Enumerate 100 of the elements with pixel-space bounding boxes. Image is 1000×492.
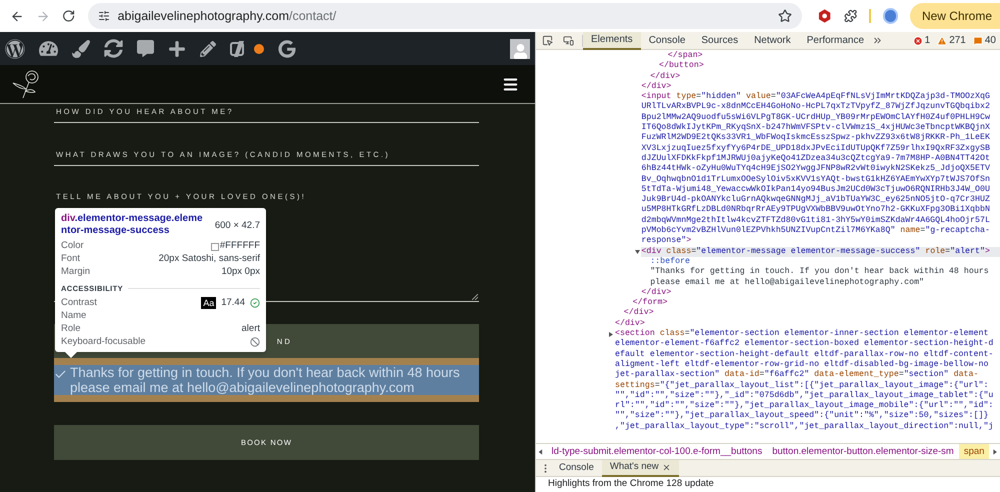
plus-icon[interactable] [168, 40, 186, 58]
dom-line[interactable]: 5tTdTa-Wjumi48_YewaccwWkOIkPan14yo94BusJm2UCd0W3cTjuwO6RQNIRHb3J4W_O0U [641, 184, 1000, 196]
update-button[interactable]: New Chrome [910, 3, 1000, 29]
breadcrumb-item[interactable]: button.elementor-button.elementor-size-sm [767, 444, 959, 459]
property-value: 10px 0px [221, 265, 260, 280]
dom-line[interactable]: please email me at hello@abigailevelinephotography.com" [650, 278, 1000, 288]
property-value: alert [242, 322, 260, 336]
error-icon[interactable] [912, 36, 923, 46]
dom-line[interactable]: </button> [659, 61, 1000, 72]
more-tabs-icon[interactable] [872, 35, 884, 46]
dom-line[interactable]: URlTLvARxBVPL9c-x8dnMCcEH4GoHoNo-HcPL7qxTzTVpyfZ_87WjZfJqzunvTGQbqibx2 [641, 102, 1000, 113]
dom-line[interactable]: aligment-left eltdf-elementor-row-grid-no eltdf-disabled-bg-image-bellow-no [615, 360, 1000, 370]
dom-line[interactable]: Juk9BrU4d-pkOANYkcluGrnAQkwqeGNNgMJj_aV1bTUaYW3C_ey625nNO5jtO-q7Cr3HUZ [641, 195, 1000, 206]
drawer-tab[interactable]: What's new [602, 460, 679, 476]
breadcrumb-item[interactable]: ld-type-submit.elementor-col-100.e-form__buttons [546, 444, 768, 459]
dom-line[interactable]: </div> [641, 82, 1000, 92]
close-icon[interactable] [662, 462, 671, 472]
dom-line[interactable]: pVMob6cYvm2vBZHlVun0lEZPVhkh5UNZIVupCntZil7M6YKa8Q" name="g-recaptcha- [641, 226, 1000, 236]
g-logo-icon[interactable] [278, 40, 296, 58]
dashboard-gauge-icon[interactable] [39, 39, 58, 58]
menu-icon[interactable] [502, 76, 519, 92]
devtools-tab[interactable]: Elements [583, 32, 641, 50]
url-text: abigailevelinephotography.com/contact/ [118, 8, 338, 25]
issues-count: 40 [984, 34, 996, 48]
dom-line[interactable]: Bv_OqhwqbnO1d1TrLumxOOeSylOiv5xKVV1sYAQt-bwstG1kHZ6YAEmYwXYp7tWJS7OfSn [641, 174, 1000, 185]
property-value: #FFFFFF [220, 239, 260, 254]
dom-line[interactable]: "","size":""},"jet_parallax_layout_speed":{"unit":"%","size":50,"sizes":[]} [615, 411, 1000, 422]
contrast-sample: Aa [201, 296, 216, 309]
dom-line[interactable]: jet-parallax-section" data-id="f6affc2" data-element_type="section" data- [615, 370, 1000, 380]
property-label: Keyboard-focusable [61, 334, 146, 349]
dom-line[interactable]: </div> [615, 318, 1000, 330]
dom-line[interactable]: 6hBz44tHWk-oZyHu0WuTYq4cH9EjSO2YwggJFNP8wR2vWt0iwykN2SKekz5_JdjoQX5ETV [641, 164, 1000, 175]
devtools-tab[interactable]: Performance [798, 32, 872, 50]
dom-line[interactable]: dJZUulXFDKkFkpf1MJRWUj0ajyKeQo41ZDzea34u3cQZtcgYa9-7m7M8HP-A0BN4TT42Ot [641, 154, 1000, 164]
check-circle-icon [250, 298, 260, 308]
comment-icon[interactable] [137, 40, 154, 57]
devtools-tab[interactable]: Network [746, 32, 799, 50]
error-count: 1 [924, 34, 930, 48]
extension-icon[interactable] [818, 9, 832, 23]
bookmark-star-icon[interactable] [778, 9, 792, 23]
element-selector: div.elementor-message.elementor-message-success [61, 213, 204, 237]
dom-line[interactable]: efault elementor-section-height-default eltdf-parallax-row-no eltdf-content- [615, 350, 1000, 360]
dom-line[interactable]: elementor-element-f6affc2 elementor-section-boxed elementor-section-height-d [615, 339, 1000, 350]
dom-line[interactable]: <section class="elementor-section elementor-inner-section elementor-element [615, 329, 1000, 340]
success-text: Thanks for getting in touch. If you don't hear back within 48 hours please email me at hello@abigailevelinephotography.com [70, 365, 461, 396]
dom-line[interactable]: settings="{"jet_parallax_layout_list":[{"jet_parallax_layout_image":{"url": [615, 380, 1000, 391]
dom-line[interactable]: Bpu2lMMw2AQ9uodfu5sWi6VLPgT8GK-UCrdHUp_YB09rMrpEWOmClAYfH0Z4uf0PHLH9Cw [641, 112, 1000, 124]
dom-line[interactable]: "","id":"","size":""},"_id":"075d6db","jet_parallax_layout_image_tablet":{"u [615, 390, 1000, 402]
ban-icon [250, 336, 260, 347]
dom-line[interactable]: "Thanks for getting in touch. If you don't hear back within 48 hours [650, 267, 1000, 278]
dom-line[interactable]: ,"jet_parallax_layout_type":"scroll","jet_parallax_layout_direction":null,"j [615, 422, 1000, 432]
wordpress-icon[interactable] [5, 38, 25, 58]
property-value: 20px Satoshi, sans-serif [158, 252, 260, 266]
devtools-tab[interactable]: Sources [693, 32, 746, 50]
reload-icon[interactable] [62, 9, 76, 23]
dom-line[interactable]: response"> [641, 236, 1000, 247]
dom-line[interactable]: XV3LxjzuqIuez5fxyfYy6P4rDE_UPD18dxJPvEciIdUTUpQKf7Z59rlhxI9QxRF3ZxgySB [641, 144, 1000, 154]
warning-icon[interactable] [937, 36, 948, 46]
triangle-down-icon[interactable] [635, 250, 640, 254]
logo-icon[interactable] [230, 40, 246, 58]
device-toolbar-icon[interactable] [563, 35, 574, 46]
brush-icon[interactable] [72, 40, 90, 58]
resize-handle-icon[interactable] [472, 294, 478, 300]
pencil-icon[interactable] [200, 40, 216, 56]
address-field[interactable]: abigailevelinephotography.com/contact/ [88, 3, 802, 29]
issues-icon[interactable] [972, 36, 983, 46]
dom-line[interactable]: </div> [624, 308, 1000, 319]
puzzle-icon[interactable] [844, 9, 857, 23]
warning-count: 271 [949, 34, 966, 48]
property-label: Font [61, 252, 80, 266]
inspect-icon[interactable] [542, 35, 553, 46]
dom-line[interactable]: IT6Qo8dWkIJytKPm_RKyqSnX-b247hWmVFSPtv-clVWmz1S_4xjHUWc3eTbncptWKBQjnX [641, 123, 1000, 134]
user-avatar[interactable] [510, 38, 530, 58]
dom-line[interactable]: </span> [668, 51, 1000, 62]
dom-line[interactable]: rl":"","id":"","size":""},"jet_parallax_layout_image_mobile":{"url":"","id": [615, 401, 1000, 412]
user-silhouette-icon [512, 44, 528, 58]
site-settings-icon[interactable] [98, 10, 110, 22]
drawer-heading: Highlights from the Chrome 128 update [548, 477, 714, 492]
dom-line[interactable]: </form> [632, 298, 1000, 308]
dom-line[interactable]: FuzWRlM2WD9E2tQKs33VR1_WbFWoqIskmcEsszSpwz-pkhvZZ93x6tW8jRKKR-Ph_1LeEK [641, 133, 1000, 144]
color-swatch [210, 242, 219, 250]
property-label: Name [61, 308, 86, 323]
profile-avatar[interactable] [882, 8, 898, 24]
triangle-right-icon[interactable] [609, 332, 613, 337]
property-label: Color [61, 239, 84, 254]
dom-line[interactable]: <input type="hidden" value="03AFcWeA4pEqFfNLsVjImMrtKDQZajp3d-TMOOzXqG [641, 92, 1000, 102]
devtools-tab[interactable]: Console [640, 32, 694, 50]
dom-line[interactable]: </div> [641, 288, 1000, 298]
element-size: 600 × 42.7 [214, 219, 260, 233]
dom-line[interactable]: </div> [650, 72, 1000, 82]
breadcrumb-item[interactable]: span [958, 444, 990, 459]
dom-line[interactable]: d2mbqWVmnMge2thItlw4kcvZTFTZd80vG1ti81-3hY5wY0imSZKdaWr4A6GQL4hoOjr57L [641, 216, 1000, 226]
dom-line[interactable]: ::before [650, 256, 1000, 268]
drawer-tab[interactable]: Console [551, 460, 602, 476]
property-label: Role [61, 322, 81, 336]
sync-icon[interactable] [104, 39, 123, 58]
property-label: Margin [61, 265, 90, 280]
property-label: Contrast [61, 296, 97, 310]
property-value: 17.44 [221, 296, 245, 310]
dom-line[interactable]: u5MP8HTkGRfLzDBLd0NRbqrRrAEy9TPUgVXWbBBV9uwOtYno7h2-GKKuXFpg3OBi1XqbbN [641, 205, 1000, 216]
